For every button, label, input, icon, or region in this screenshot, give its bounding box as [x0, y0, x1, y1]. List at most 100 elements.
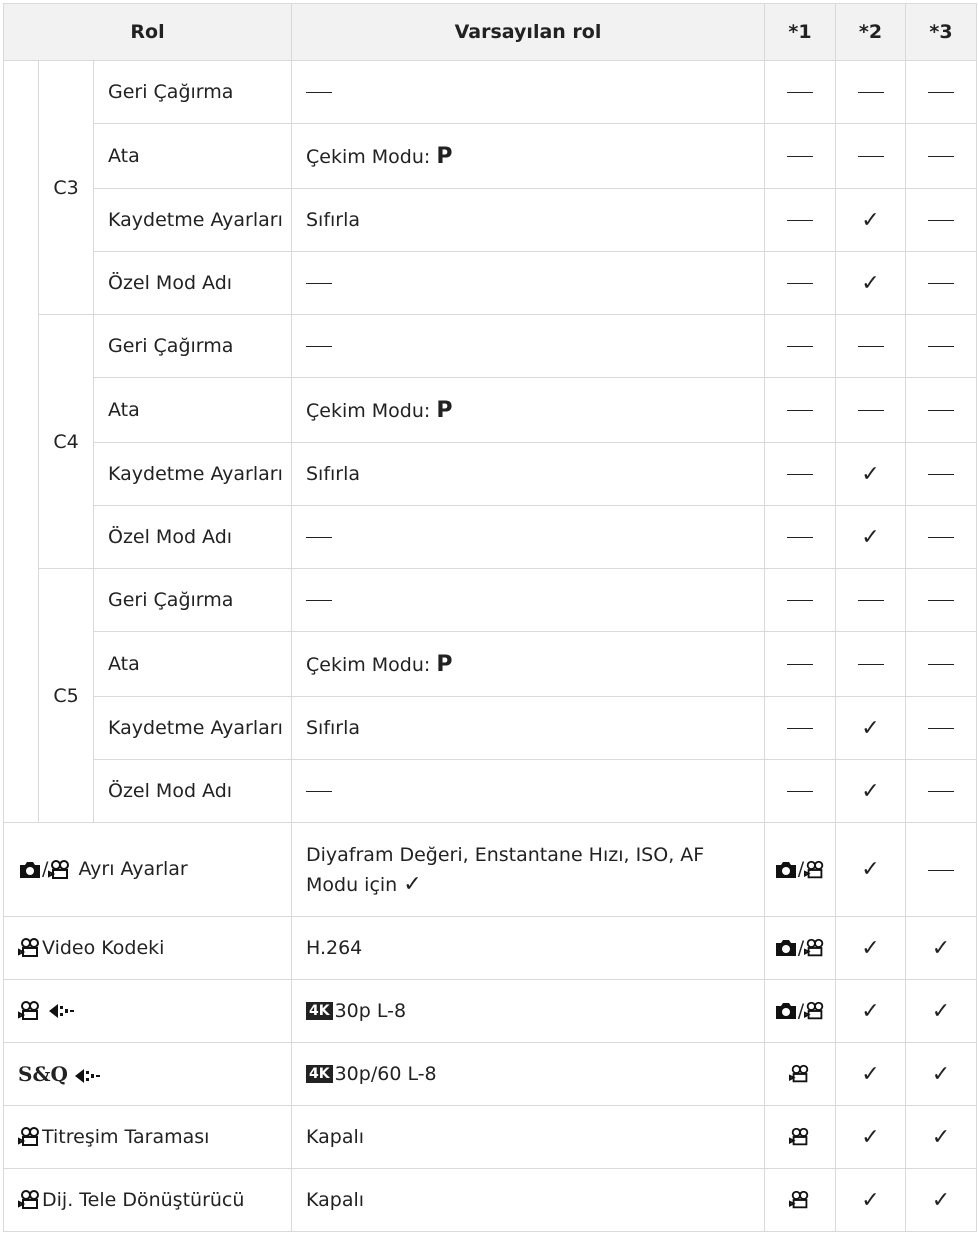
dash-mark — [928, 728, 954, 729]
note2-cell — [835, 568, 906, 632]
dash-mark — [787, 92, 813, 93]
dash-mark — [787, 346, 813, 347]
dash-mark — [787, 474, 813, 475]
note1-cell — [764, 696, 836, 760]
video-icon — [804, 1002, 824, 1020]
camera-icon — [20, 861, 40, 878]
note1-cell — [764, 1042, 836, 1106]
program-mode-p: P — [436, 651, 453, 677]
4k-badge-icon: 4K — [306, 1065, 333, 1083]
note3-cell — [905, 568, 977, 632]
flicker-scan-label: Titreşim Taraması — [42, 1125, 210, 1148]
video-icon — [18, 1190, 39, 1210]
table-row: / Ayrı Ayarlar Diyafram Değeri, Enstanta… — [3, 822, 977, 917]
dash-mark — [787, 283, 813, 284]
default-cell: 4K 30p/60 L-8 — [291, 1042, 765, 1106]
dash-mark — [306, 346, 332, 347]
role-cell: / Ayrı Ayarlar — [3, 822, 292, 917]
check-icon: ✓ — [905, 979, 977, 1043]
role-cell — [3, 979, 292, 1043]
dash-mark — [928, 791, 954, 792]
note3-cell — [905, 60, 977, 124]
check-icon: ✓ — [835, 442, 906, 506]
note3-cell — [905, 505, 977, 569]
dash-mark — [857, 410, 884, 411]
header-note-2: *2 — [835, 3, 906, 61]
dash-mark — [306, 92, 332, 93]
image-quality-icon — [74, 1068, 100, 1083]
note3-cell — [905, 377, 977, 443]
dash-mark — [928, 283, 954, 284]
check-icon: ✓ — [905, 1105, 977, 1169]
dash-mark — [857, 156, 884, 157]
header-rol: Rol — [3, 3, 292, 61]
default-cell — [291, 314, 765, 378]
check-icon: ✓ — [835, 1168, 906, 1232]
note1-cell — [764, 442, 836, 506]
video-icon — [789, 1191, 809, 1209]
role-cell: Özel Mod Adı — [93, 759, 292, 823]
video-icon — [804, 860, 824, 878]
note3-cell — [905, 251, 977, 315]
default-cell: 4K 30p L-8 — [291, 979, 765, 1043]
dash-mark — [928, 537, 954, 538]
check-icon: ✓ — [905, 1042, 977, 1106]
default-cell — [291, 568, 765, 632]
separate-settings-label: Ayrı Ayarlar — [78, 858, 188, 881]
header-default-role: Varsayılan rol — [291, 3, 765, 61]
check-icon: ✓ — [905, 1168, 977, 1232]
table-row: C3 Geri Çağırma — [3, 60, 977, 823]
default-cell — [291, 251, 765, 315]
table-row: 4K 30p L-8 / ✓ ✓ — [3, 979, 977, 1043]
header-row: Rol Varsayılan rol *1 *2 *3 — [3, 3, 977, 61]
dash-mark — [787, 728, 813, 729]
check-icon: ✓ — [835, 505, 906, 569]
table-row: Dij. Tele Dönüştürücü Kapalı ✓ ✓ — [3, 1168, 977, 1232]
table-row: Kaydetme Ayarları Sıfırla ✓ — [4, 442, 977, 506]
default-cell: Çekim Modu: P — [291, 631, 765, 697]
dash-mark — [306, 600, 332, 601]
video-icon — [18, 938, 39, 958]
role-cell: Geri Çağırma — [93, 314, 292, 378]
group-indent — [3, 60, 39, 823]
check-icon: ✓ — [835, 1042, 906, 1106]
dash-mark — [928, 869, 954, 871]
table-row: C4 Geri Çağırma — [4, 314, 977, 569]
note2-cell — [835, 631, 906, 697]
video-codec-label: Video Kodeki — [42, 936, 165, 959]
default-line-1: Diyafram Değeri, Enstantane Hızı, ISO, A… — [306, 843, 705, 866]
camera-icon — [775, 1003, 796, 1020]
role-cell: Özel Mod Adı — [93, 505, 292, 569]
dash-mark — [928, 92, 954, 93]
group-label-c3: C3 — [38, 60, 94, 315]
note1-cell: / — [764, 979, 836, 1043]
note1-cell — [764, 60, 836, 124]
role-cell: Kaydetme Ayarları — [93, 188, 292, 252]
role-cell: Kaydetme Ayarları — [93, 696, 292, 760]
note3-cell — [905, 631, 977, 697]
note1-cell — [764, 568, 836, 632]
shooting-mode-label: Çekim Modu: — [306, 399, 431, 422]
table-row: Ata Çekim Modu: P — [4, 377, 977, 443]
note1-cell — [764, 505, 836, 569]
default-cell: Çekim Modu: P — [291, 377, 765, 443]
dash-mark — [857, 92, 884, 93]
note1-cell — [764, 377, 836, 443]
role-cell: Ata — [93, 123, 292, 189]
dash-mark — [928, 410, 954, 411]
role-cell: Geri Çağırma — [93, 60, 292, 124]
dash-mark — [787, 410, 813, 411]
note3-cell — [905, 442, 977, 506]
dash-mark — [857, 346, 884, 347]
dash-mark — [787, 220, 813, 221]
role-cell: Kaydetme Ayarları — [93, 442, 292, 506]
default-cell: Diyafram Değeri, Enstantane Hızı, ISO, A… — [291, 822, 765, 917]
video-icon — [18, 1127, 39, 1147]
dash-mark — [928, 220, 954, 221]
note2-cell — [835, 123, 906, 189]
role-cell: Titreşim Taraması — [3, 1105, 292, 1169]
default-cell: Sıfırla — [291, 696, 765, 760]
table-row: Ata Çekim Modu: P — [4, 631, 977, 697]
check-icon: ✓ — [835, 696, 906, 760]
dash-mark — [306, 537, 332, 538]
